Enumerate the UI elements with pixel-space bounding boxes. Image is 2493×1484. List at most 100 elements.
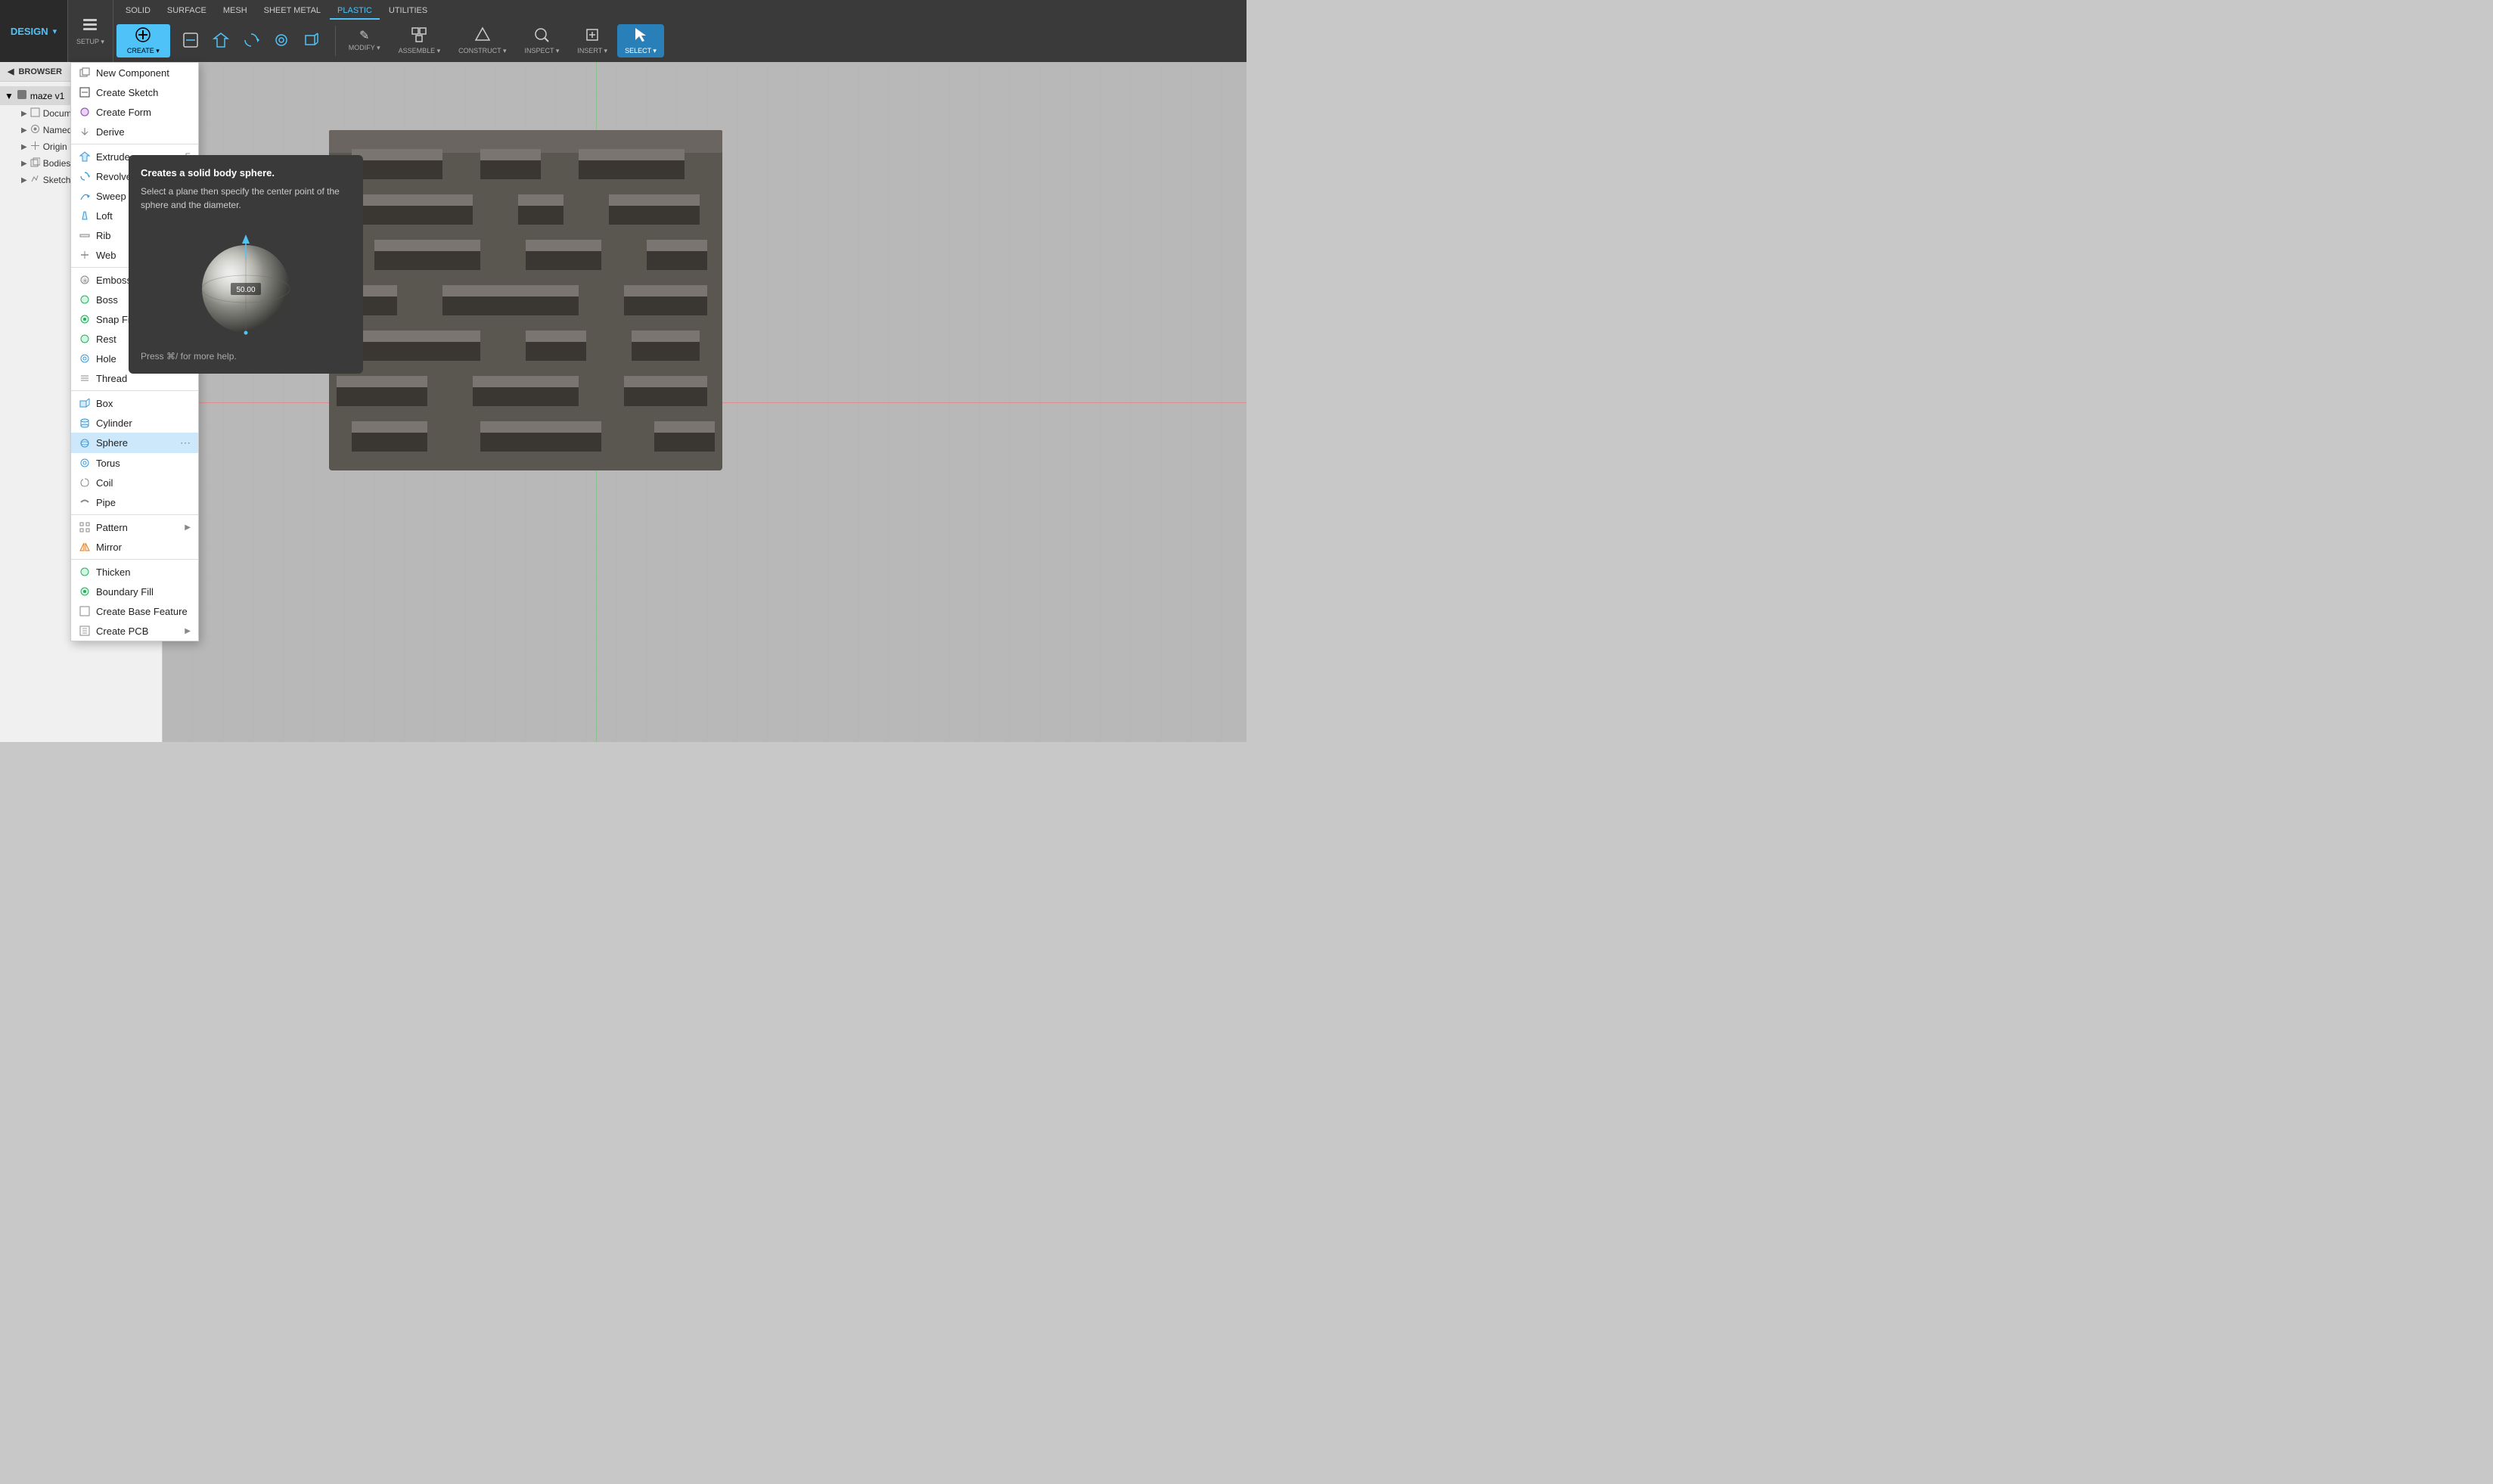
- torus-label: Torus: [96, 458, 191, 469]
- tab-solid[interactable]: SOLID: [118, 3, 158, 20]
- setup-group: SETUP ▾: [68, 0, 113, 62]
- sketch-tool-button[interactable]: [176, 29, 205, 53]
- toolbar: DESIGN ▾ SETUP ▾ SOLID SURFACE MESH SHEE…: [0, 0, 1246, 62]
- inspect-button[interactable]: INSPECT ▾: [521, 24, 563, 57]
- extrude-tool-button[interactable]: [206, 29, 235, 53]
- menu-new-component[interactable]: New Component: [71, 63, 198, 82]
- thread-icon: [79, 372, 91, 384]
- create-pcb-arrow: ▶: [185, 627, 191, 635]
- insert-group: INSERT ▾: [569, 20, 616, 62]
- create-form-icon: [79, 106, 91, 118]
- menu-divider-5: [71, 559, 198, 560]
- derive-icon: [79, 126, 91, 138]
- boundary-fill-label: Boundary Fill: [96, 586, 191, 598]
- insert-button[interactable]: INSERT ▾: [573, 24, 611, 57]
- create-sketch-icon: [79, 86, 91, 98]
- thicken-label: Thicken: [96, 567, 191, 578]
- design-label: DESIGN: [11, 26, 48, 37]
- doc-settings-icon: [30, 107, 40, 120]
- rest-icon: [79, 333, 91, 345]
- sweep-icon: [79, 190, 91, 202]
- menu-cylinder[interactable]: Cylinder: [71, 413, 198, 433]
- tab-sheet-metal[interactable]: SHEET METAL: [256, 3, 328, 20]
- menu-box[interactable]: Box: [71, 393, 198, 413]
- create-button[interactable]: CREATE ▾: [116, 24, 170, 57]
- construct-button[interactable]: CONSTRUCT ▾: [455, 24, 510, 57]
- toolbar-separator: [335, 26, 336, 56]
- tab-utilities[interactable]: UTILITIES: [381, 3, 435, 20]
- mirror-label: Mirror: [96, 542, 191, 553]
- tooltip-title: Creates a solid body sphere.: [141, 167, 351, 179]
- menu-boundary-fill[interactable]: Boundary Fill: [71, 582, 198, 601]
- sketches-icon: [30, 174, 40, 186]
- create-form-label: Create Form: [96, 107, 191, 118]
- menu-divider-4: [71, 514, 198, 515]
- bodies-icon: [30, 157, 40, 169]
- modify-button[interactable]: ✎ MODIFY ▾: [345, 28, 384, 54]
- revolve-tool-button[interactable]: [237, 29, 265, 53]
- assemble-button[interactable]: ASSEMBLE ▾: [395, 24, 445, 57]
- hole-icon: [79, 352, 91, 365]
- box-tool-button[interactable]: [297, 29, 326, 53]
- pattern-icon: [79, 521, 91, 533]
- tooltip-hint: Press ⌘/ for more help.: [141, 351, 351, 362]
- cylinder-icon: [79, 417, 91, 429]
- design-button[interactable]: DESIGN ▾: [0, 0, 68, 62]
- menu-pattern[interactable]: Pattern ▶: [71, 517, 198, 537]
- new-component-icon: [79, 67, 91, 79]
- insert-label: INSERT ▾: [577, 47, 607, 55]
- pattern-arrow: ▶: [185, 523, 191, 532]
- inspect-group: INSPECT ▾: [517, 20, 568, 62]
- rib-icon: [79, 229, 91, 241]
- menu-divider-3: [71, 390, 198, 391]
- toolbar-icons-group: [172, 20, 331, 62]
- create-base-feature-icon: [79, 605, 91, 617]
- tab-plastic[interactable]: PLASTIC: [330, 3, 380, 20]
- menu-torus[interactable]: Torus: [71, 453, 198, 473]
- create-pcb-icon: [79, 625, 91, 637]
- pipe-label: Pipe: [96, 497, 191, 508]
- tooltip-sphere-illustration: 50.00: [185, 221, 306, 342]
- create-base-feature-label: Create Base Feature: [96, 606, 191, 617]
- menu-coil[interactable]: Coil: [71, 473, 198, 492]
- construct-label: CONSTRUCT ▾: [458, 47, 506, 55]
- menu-create-sketch[interactable]: Create Sketch: [71, 82, 198, 102]
- web-icon: [79, 249, 91, 261]
- menu-thicken[interactable]: Thicken: [71, 562, 198, 582]
- cylinder-label: Cylinder: [96, 418, 191, 429]
- setup-button[interactable]: SETUP ▾: [73, 14, 108, 48]
- modify-label: MODIFY ▾: [349, 44, 380, 52]
- thicken-icon: [79, 566, 91, 578]
- origin-icon: [30, 141, 40, 153]
- root-arrow: ▼: [5, 91, 14, 101]
- coil-icon: [79, 477, 91, 489]
- tab-surface[interactable]: SURFACE: [160, 3, 214, 20]
- root-icon: [17, 89, 27, 102]
- snap-fit-icon: [79, 313, 91, 325]
- construct-group: CONSTRUCT ▾: [450, 20, 514, 62]
- menu-mirror[interactable]: Mirror: [71, 537, 198, 557]
- svg-text:50.00: 50.00: [236, 286, 255, 294]
- sphere-options-icon[interactable]: ⋯: [180, 436, 191, 449]
- tab-mesh[interactable]: MESH: [216, 3, 255, 20]
- tooltip-description: Select a plane then specify the center p…: [141, 185, 351, 212]
- create-pcb-label: Create PCB: [96, 626, 179, 637]
- menu-create-pcb[interactable]: Create PCB ▶: [71, 621, 198, 641]
- pattern-label: Pattern: [96, 522, 179, 533]
- origin-label: Origin: [43, 141, 67, 152]
- menu-sphere[interactable]: Sphere ⋯: [71, 433, 198, 453]
- browser-title: BROWSER: [18, 67, 61, 76]
- coil-label: Coil: [96, 477, 191, 489]
- sphere-label: Sphere: [96, 437, 175, 449]
- menu-pipe[interactable]: Pipe: [71, 492, 198, 512]
- menu-derive[interactable]: Derive: [71, 122, 198, 141]
- hole-tool-button[interactable]: [267, 29, 296, 53]
- emboss-icon: ✳: [79, 274, 91, 286]
- boundary-fill-icon: [79, 585, 91, 598]
- select-button[interactable]: SELECT ▾: [617, 24, 664, 57]
- collapse-icon[interactable]: ◀: [8, 67, 14, 76]
- menu-create-form[interactable]: Create Form: [71, 102, 198, 122]
- setup-icon: [81, 16, 99, 36]
- menu-create-base-feature[interactable]: Create Base Feature: [71, 601, 198, 621]
- new-component-label: New Component: [96, 67, 191, 79]
